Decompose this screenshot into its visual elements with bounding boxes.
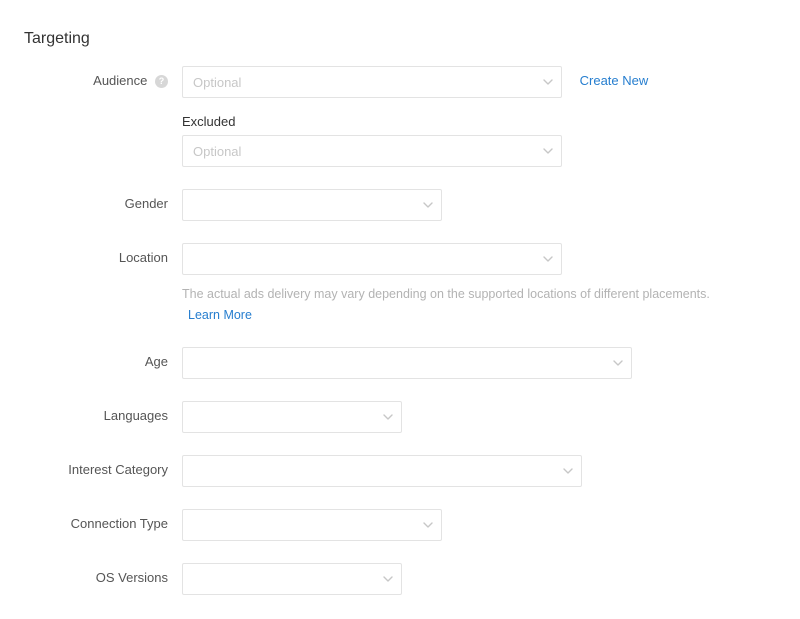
- help-icon[interactable]: ?: [155, 75, 168, 88]
- label-age: Age: [24, 347, 182, 369]
- os-versions-select[interactable]: [182, 563, 402, 595]
- row-interest-category: Interest Category: [24, 455, 776, 487]
- label-connection-type: Connection Type: [24, 509, 182, 531]
- location-hint: The actual ads delivery may vary dependi…: [182, 285, 776, 325]
- row-location: Location The actual ads delivery may var…: [24, 243, 776, 325]
- row-os-versions: OS Versions: [24, 563, 776, 595]
- label-location: Location: [24, 243, 182, 265]
- chevron-down-icon: [383, 576, 393, 582]
- row-audience: Audience ? Optional Create New Excluded …: [24, 66, 776, 167]
- label-interest-category: Interest Category: [24, 455, 182, 477]
- label-audience-text: Audience: [93, 73, 147, 88]
- location-hint-text: The actual ads delivery may vary dependi…: [182, 287, 710, 301]
- row-gender: Gender: [24, 189, 776, 221]
- label-os-versions: OS Versions: [24, 563, 182, 585]
- chevron-down-icon: [563, 468, 573, 474]
- connection-type-select[interactable]: [182, 509, 442, 541]
- learn-more-link[interactable]: Learn More: [188, 306, 776, 325]
- excluded-select[interactable]: Optional: [182, 135, 562, 167]
- chevron-down-icon: [543, 79, 553, 85]
- chevron-down-icon: [543, 148, 553, 154]
- label-languages: Languages: [24, 401, 182, 423]
- location-select[interactable]: [182, 243, 562, 275]
- row-connection-type: Connection Type: [24, 509, 776, 541]
- label-audience: Audience ?: [24, 66, 182, 88]
- audience-placeholder: Optional: [193, 75, 241, 90]
- row-languages: Languages: [24, 401, 776, 433]
- languages-select[interactable]: [182, 401, 402, 433]
- age-select[interactable]: [182, 347, 632, 379]
- label-excluded: Excluded: [182, 114, 776, 129]
- label-gender: Gender: [24, 189, 182, 211]
- audience-select[interactable]: Optional: [182, 66, 562, 98]
- chevron-down-icon: [383, 414, 393, 420]
- chevron-down-icon: [423, 522, 433, 528]
- interest-category-select[interactable]: [182, 455, 582, 487]
- chevron-down-icon: [543, 256, 553, 262]
- excluded-placeholder: Optional: [193, 144, 241, 159]
- gender-select[interactable]: [182, 189, 442, 221]
- create-new-link[interactable]: Create New: [580, 66, 649, 88]
- chevron-down-icon: [423, 202, 433, 208]
- section-title: Targeting: [24, 30, 776, 48]
- chevron-down-icon: [613, 360, 623, 366]
- row-age: Age: [24, 347, 776, 379]
